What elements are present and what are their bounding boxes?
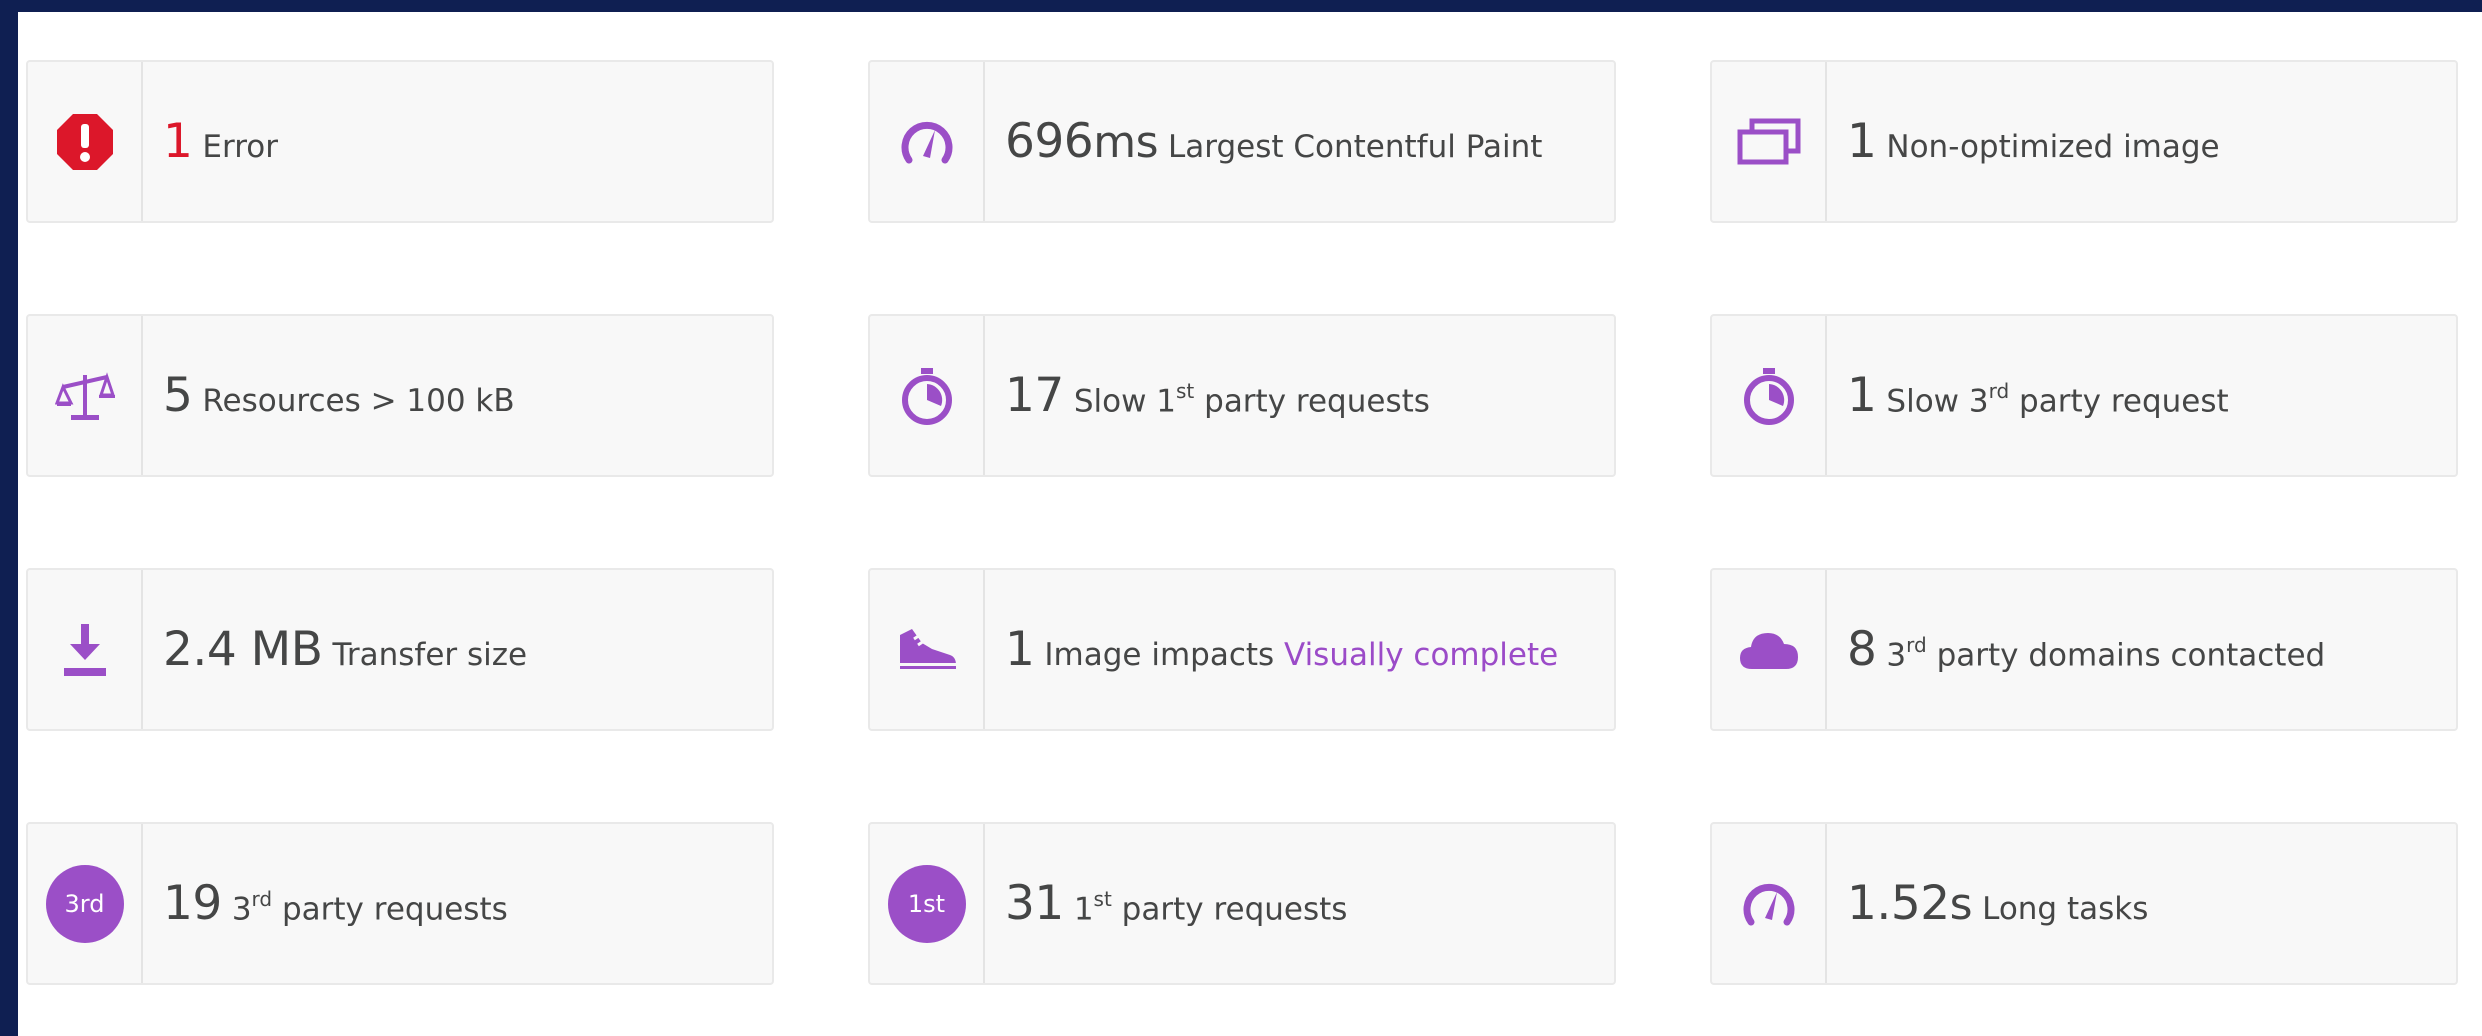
metric-value: 1	[163, 114, 193, 169]
metric-label: Long tasks	[1982, 890, 2149, 927]
card-third-party-requests[interactable]: 3rd 19 3rd party requests	[26, 822, 774, 985]
speedometer-icon	[899, 116, 955, 168]
metric-label: 3rd party domains contacted	[1886, 633, 2326, 674]
metric-value: 5	[163, 368, 193, 423]
card-first-party-requests[interactable]: 1st 31 1st party requests	[868, 822, 1616, 985]
card-text: 8 3rd party domains contacted	[1827, 570, 2456, 729]
icon-cell	[1712, 824, 1827, 983]
icon-cell	[1712, 62, 1827, 221]
metric-label: Slow 3rd party request	[1886, 379, 2229, 420]
metric-value: 2.4 MB	[163, 622, 323, 677]
card-errors[interactable]: 1 Error	[26, 60, 774, 223]
card-text: 5 Resources > 100 kB	[143, 316, 772, 475]
card-text: 17 Slow 1st party requests	[985, 316, 1614, 475]
icon-cell: 1st	[870, 824, 985, 983]
cloud-icon	[1738, 629, 1800, 671]
card-large-resources[interactable]: 5 Resources > 100 kB	[26, 314, 774, 477]
card-non-optimized-image[interactable]: 1 Non-optimized image	[1710, 60, 2458, 223]
icon-cell	[28, 316, 143, 475]
card-text: 696ms Largest Contentful Paint	[985, 62, 1614, 221]
metric-value: 1	[1847, 114, 1877, 169]
error-octagon-icon	[55, 112, 115, 172]
icon-cell	[870, 570, 985, 729]
card-text: 31 1st party requests	[985, 824, 1614, 983]
icon-cell	[28, 570, 143, 729]
card-text: 2.4 MB Transfer size	[143, 570, 772, 729]
metric-label: Largest Contentful Paint	[1168, 128, 1543, 165]
card-largest-contentful-paint[interactable]: 696ms Largest Contentful Paint	[868, 60, 1616, 223]
metric-value: 31	[1005, 876, 1064, 931]
metric-label: Non-optimized image	[1886, 128, 2220, 165]
metrics-panel: 1 Error 696ms Largest Contentful Paint 1…	[18, 12, 2482, 1036]
card-text: 1.52s Long tasks	[1827, 824, 2456, 983]
icon-cell	[1712, 316, 1827, 475]
stopwatch-icon	[899, 366, 955, 426]
metric-label: 1st party requests	[1073, 887, 1348, 928]
icon-cell	[870, 316, 985, 475]
icon-cell	[870, 62, 985, 221]
metric-value: 19	[163, 876, 222, 931]
card-text: 1 Non-optimized image	[1827, 62, 2456, 221]
stopwatch-icon	[1741, 366, 1797, 426]
card-long-tasks[interactable]: 1.52s Long tasks	[1710, 822, 2458, 985]
sneaker-icon	[896, 625, 958, 675]
card-slow-first-party-requests[interactable]: 17 Slow 1st party requests	[868, 314, 1616, 477]
card-text: 19 3rd party requests	[143, 824, 772, 983]
first-party-badge-icon: 1st	[887, 864, 966, 943]
icon-cell: 3rd	[28, 824, 143, 983]
card-text: 1 Slow 3rd party request	[1827, 316, 2456, 475]
third-party-badge-icon: 3rd	[45, 864, 124, 943]
card-text: 1 Image impacts Visually complete	[985, 570, 1614, 729]
card-text: 1 Error	[143, 62, 772, 221]
card-image-impacts-visually-complete[interactable]: 1 Image impacts Visually complete	[868, 568, 1616, 731]
metric-value: 696ms	[1005, 114, 1159, 169]
metric-value: 1	[1847, 368, 1877, 423]
visually-complete-link[interactable]: Visually complete	[1284, 637, 1558, 673]
metric-label: Resources > 100 kB	[202, 382, 515, 419]
card-slow-third-party-request[interactable]: 1 Slow 3rd party request	[1710, 314, 2458, 477]
card-third-party-domains[interactable]: 8 3rd party domains contacted	[1710, 568, 2458, 731]
metric-value: 1	[1005, 622, 1035, 677]
metric-label: 3rd party requests	[231, 887, 508, 928]
card-transfer-size[interactable]: 2.4 MB Transfer size	[26, 568, 774, 731]
scale-balance-icon	[54, 369, 115, 423]
metric-value: 17	[1005, 368, 1064, 423]
metric-label: Slow 1st party requests	[1073, 379, 1430, 420]
metric-value: 8	[1847, 622, 1877, 677]
speedometer-icon	[1741, 878, 1797, 930]
icon-cell	[1712, 570, 1827, 729]
metric-label: Image impacts Visually complete	[1044, 636, 1559, 673]
download-icon	[62, 622, 108, 678]
icon-cell	[28, 62, 143, 221]
metric-label: Error	[202, 128, 278, 165]
metric-value: 1.52s	[1847, 876, 1973, 931]
metric-label: Transfer size	[332, 636, 528, 673]
image-stack-icon	[1736, 118, 1802, 166]
